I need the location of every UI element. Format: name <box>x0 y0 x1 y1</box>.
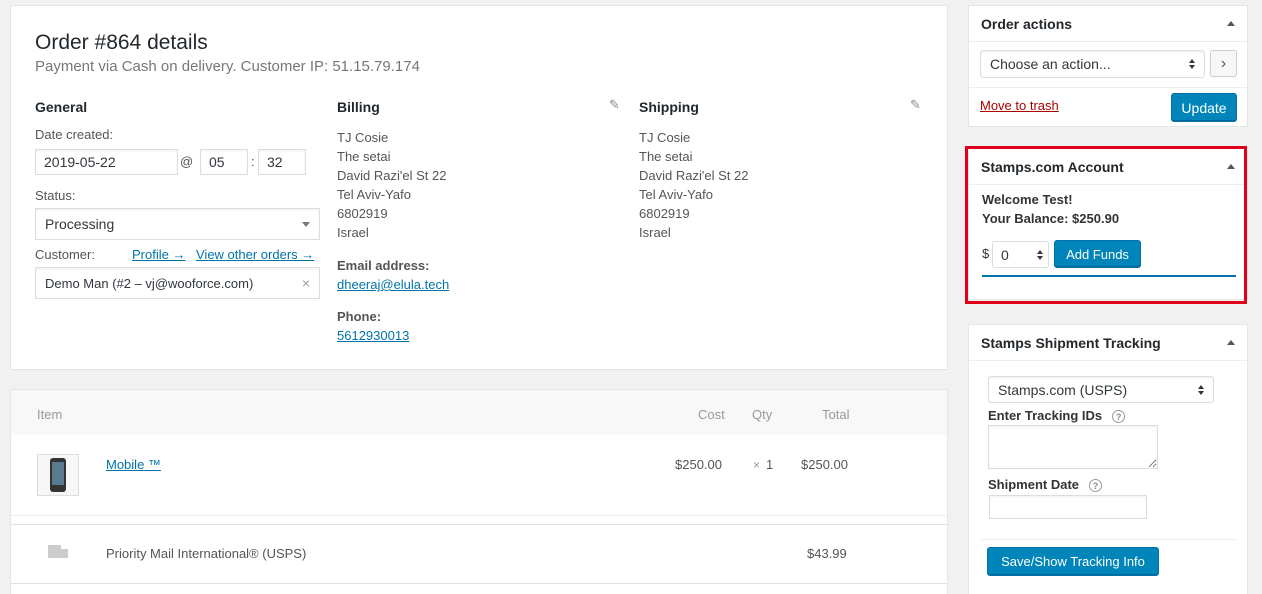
chevron-right-icon: › <box>1220 54 1227 72</box>
apply-action-button[interactable]: › <box>1210 50 1237 77</box>
shipment-date-input[interactable] <box>989 495 1147 519</box>
shipment-tracking-box: Stamps Shipment Tracking Stamps.com (USP… <box>968 324 1248 594</box>
shipping-line: Israel <box>639 225 671 240</box>
billing-line: David Razi'el St 22 <box>337 168 447 183</box>
colon-separator: : <box>251 154 255 169</box>
shipping-heading: Shipping <box>639 99 699 115</box>
status-label: Status: <box>35 188 76 203</box>
divider <box>981 539 1236 540</box>
order-actions-title: Order actions <box>981 15 1073 32</box>
profile-link[interactable]: Profile → <box>132 247 185 262</box>
select-arrows-icon <box>1198 384 1204 395</box>
general-heading: General <box>35 99 88 115</box>
highlight-box <box>965 146 1247 304</box>
date-created-label: Date created: <box>35 127 114 142</box>
customer-label: Customer: <box>35 247 95 262</box>
phone-label: Phone: <box>337 309 382 324</box>
help-icon[interactable]: ? <box>1112 410 1126 424</box>
truck-icon <box>48 545 68 559</box>
billing-email-link[interactable]: dheeraj@elula.tech <box>337 277 449 292</box>
save-show-tracking-button[interactable]: Save/Show Tracking Info <box>987 547 1159 576</box>
order-actions-header[interactable]: Order actions <box>969 6 1247 42</box>
shipment-date-label-row: Shipment Date? <box>988 477 1103 493</box>
collapse-arrow-icon[interactable] <box>1227 21 1235 26</box>
collapse-arrow-icon[interactable] <box>1227 340 1235 345</box>
shipment-date-label: Shipment Date <box>988 477 1080 492</box>
order-subtitle: Payment via Cash on delivery. Customer I… <box>35 58 420 75</box>
date-created-input[interactable] <box>35 149 178 175</box>
table-row: Mobile ™ $250.00 × 1 $250.00 <box>11 435 947 516</box>
cost-column-header: Cost <box>698 407 725 422</box>
minute-input[interactable] <box>258 149 306 175</box>
customer-select[interactable]: Demo Man (#2 – vj@wooforce.com) × <box>35 267 320 299</box>
billing-line: The setai <box>337 149 391 164</box>
shipping-total: $43.99 <box>807 546 847 561</box>
product-total: $250.00 <box>801 457 848 472</box>
billing-phone-link[interactable]: 5612930013 <box>337 328 409 343</box>
phone-image-icon <box>50 458 66 492</box>
product-qty: 1 <box>766 457 774 472</box>
tracking-ids-label: Enter Tracking IDs <box>988 408 1103 423</box>
customer-value: Demo Man (#2 – vj@wooforce.com) <box>45 275 254 291</box>
billing-line: Israel <box>337 225 369 240</box>
total-column-header: Total <box>822 407 850 422</box>
billing-line: 6802919 <box>337 206 388 221</box>
tracking-ids-label-row: Enter Tracking IDs? <box>988 408 1126 424</box>
table-row: Priority Mail International® (USPS) $43.… <box>11 524 947 584</box>
chevron-down-icon <box>302 221 310 227</box>
divider <box>969 87 1247 88</box>
shipment-tracking-title: Stamps Shipment Tracking <box>981 334 1161 351</box>
at-separator: @ <box>180 154 194 169</box>
billing-line: TJ Cosie <box>337 130 389 145</box>
email-label: Email address: <box>337 258 430 273</box>
clear-icon[interactable]: × <box>302 275 310 291</box>
shipping-line: The setai <box>639 149 693 164</box>
billing-heading: Billing <box>337 99 380 115</box>
billing-line: Tel Aviv-Yafo <box>337 187 411 202</box>
shipping-line: 6802919 <box>639 206 690 221</box>
edit-billing-pencil-icon[interactable]: ✎ <box>609 97 620 113</box>
help-icon[interactable]: ? <box>1089 479 1103 493</box>
tracking-provider-select[interactable]: Stamps.com (USPS) <box>988 376 1214 403</box>
shipping-line: TJ Cosie <box>639 130 691 145</box>
update-button[interactable]: Update <box>1171 93 1237 122</box>
qty-column-header: Qty <box>752 407 773 422</box>
shipping-line: Tel Aviv-Yafo <box>639 187 713 202</box>
status-select[interactable]: Processing <box>35 208 320 240</box>
order-details-panel: Order #864 details Payment via Cash on d… <box>10 5 948 370</box>
tracking-ids-textarea[interactable] <box>988 425 1158 469</box>
items-header-row: Item Cost Qty Total <box>11 390 947 435</box>
status-value: Processing <box>45 216 115 232</box>
order-action-select[interactable]: Choose an action... <box>980 50 1205 78</box>
order-actions-box: Order actions Choose an action... › Move… <box>968 5 1248 127</box>
select-arrows-icon <box>1189 59 1195 69</box>
shipment-tracking-header[interactable]: Stamps Shipment Tracking <box>969 325 1247 361</box>
product-qty-x: × <box>753 458 761 472</box>
product-thumbnail <box>37 454 79 496</box>
view-other-orders-link[interactable]: View other orders → <box>196 247 314 262</box>
hour-input[interactable] <box>200 149 248 175</box>
order-action-value: Choose an action... <box>990 56 1111 72</box>
tracking-provider-value: Stamps.com (USPS) <box>998 381 1128 398</box>
billing-address: TJ Cosie The setai David Razi'el St 22 T… <box>337 128 446 242</box>
edit-shipping-pencil-icon[interactable]: ✎ <box>910 97 921 113</box>
item-column-header: Item <box>37 407 63 422</box>
product-cost: $250.00 <box>675 457 722 472</box>
page-title: Order #864 details <box>35 31 208 54</box>
shipping-method-name: Priority Mail International® (USPS) <box>106 546 307 561</box>
move-to-trash-link[interactable]: Move to trash <box>980 98 1059 113</box>
shipping-address: TJ Cosie The setai David Razi'el St 22 T… <box>639 128 748 242</box>
shipping-line: David Razi'el St 22 <box>639 168 749 183</box>
order-items-panel: Item Cost Qty Total Mobile ™ $250.00 × 1… <box>10 389 948 594</box>
product-name-link[interactable]: Mobile ™ <box>106 457 161 472</box>
